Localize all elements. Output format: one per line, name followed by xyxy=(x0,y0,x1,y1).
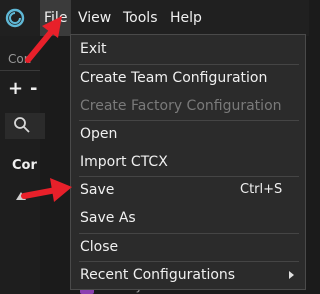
menu-item-label: Save As xyxy=(80,210,136,226)
menu-item-create-team-configuration[interactable]: Create Team Configuration xyxy=(71,64,305,92)
submenu-arrow-icon xyxy=(289,271,294,279)
menu-item-label: Create Team Configuration xyxy=(80,70,268,86)
remove-icon[interactable]: - xyxy=(30,78,37,99)
file-menu-dropdown: Exit Create Team Configuration Create Fa… xyxy=(70,34,306,290)
menu-view[interactable]: View xyxy=(74,0,115,36)
app-logo-icon[interactable] xyxy=(5,8,25,28)
menu-item-save[interactable]: Save Ctrl+S xyxy=(71,176,305,204)
menu-item-label: Save xyxy=(80,182,115,198)
expand-triangle-icon[interactable] xyxy=(16,192,26,200)
search-icon xyxy=(14,117,30,133)
menu-item-label: Recent Configurations xyxy=(80,267,236,283)
menu-help[interactable]: Help xyxy=(166,0,206,36)
panel-tab-divider xyxy=(0,70,40,71)
menu-item-recent-configurations[interactable]: Recent Configurations xyxy=(71,261,305,289)
menu-item-label: Create Factory Configuration xyxy=(80,98,282,114)
menu-item-open[interactable]: Open xyxy=(71,120,305,148)
menu-file[interactable]: File xyxy=(40,0,72,36)
menu-item-label: Close xyxy=(80,239,119,255)
section-heading: Cor xyxy=(12,158,37,173)
menu-item-close[interactable]: Close xyxy=(71,233,305,261)
menu-item-label: Exit xyxy=(80,41,107,57)
menu-item-label: Open xyxy=(80,126,118,142)
menu-item-create-factory-configuration: Create Factory Configuration xyxy=(71,92,305,120)
menu-item-exit[interactable]: Exit xyxy=(71,35,305,63)
menu-item-label: Import CTCX xyxy=(80,154,168,170)
menu-item-import-ctcx[interactable]: Import CTCX xyxy=(71,148,305,176)
menu-tools[interactable]: Tools xyxy=(119,0,162,36)
menubar: File View Tools Help xyxy=(0,0,309,36)
menu-item-save-as[interactable]: Save As xyxy=(71,204,305,232)
add-icon[interactable]: + xyxy=(8,78,23,99)
save-shortcut: Ctrl+S xyxy=(240,182,283,197)
panel-tab-label[interactable]: Con xyxy=(8,52,31,66)
